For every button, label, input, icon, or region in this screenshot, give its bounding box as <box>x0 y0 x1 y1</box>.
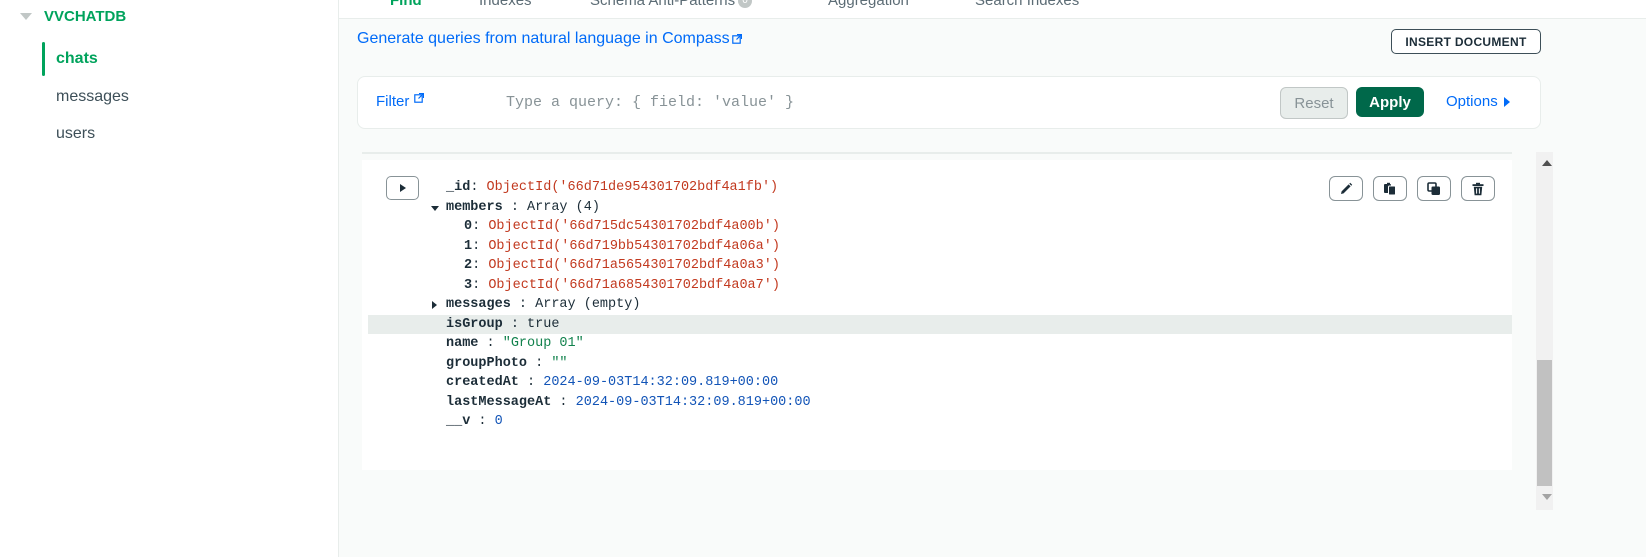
field-row-messages: messages : Array (empty) <box>362 295 1512 315</box>
caret-right-icon[interactable] <box>432 301 437 309</box>
field-key: members <box>446 199 503 215</box>
array-value: ObjectId('66d719bb54301702bdf4a06a') <box>488 238 780 254</box>
field-value: 2024-09-03T14:32:09.819+00:00 <box>575 394 811 410</box>
field-type: Array (4) <box>527 199 600 215</box>
field-value: ObjectId('66d71de954301702bdf4a1fb') <box>486 180 779 195</box>
field-value: true <box>527 316 560 332</box>
filter-link[interactable]: Filter <box>376 93 424 110</box>
field-separator: : <box>472 238 489 254</box>
tab-search-indexes[interactable]: Search Indexes <box>975 0 1079 9</box>
document-fields: _id: ObjectId('66d71de954301702bdf4a1fb'… <box>362 178 1512 432</box>
caret-down-icon[interactable] <box>431 205 439 211</box>
array-index: 0 <box>464 219 473 234</box>
filter-label: Filter <box>376 93 410 110</box>
array-value: ObjectId('66d715dc54301702bdf4a00b') <box>488 219 780 234</box>
field-separator: : <box>502 316 528 332</box>
insert-document-button[interactable]: INSERT DOCUMENT <box>1391 29 1541 54</box>
field-row-isgroup[interactable]: isGroup : true <box>368 314 1512 334</box>
caret-right-icon <box>1503 96 1510 107</box>
database-name: VVCHATDB <box>44 8 127 25</box>
field-separator: : <box>472 277 489 293</box>
field-separator: : <box>478 336 503 351</box>
array-item: 0: ObjectId('66d715dc54301702bdf4a00b') <box>362 217 1512 237</box>
field-key: name <box>446 336 479 351</box>
chevron-down-icon <box>20 13 32 20</box>
field-row-v: __v : 0 <box>362 412 1512 432</box>
field-key: _id <box>446 180 471 195</box>
field-key: createdAt <box>446 375 519 390</box>
field-row-createdat: createdAt : 2024-09-03T14:32:09.819+00:0… <box>362 373 1512 393</box>
scroll-down-arrow-icon[interactable] <box>1542 494 1552 500</box>
field-row-lastmessageat: lastMessageAt : 2024-09-03T14:32:09.819+… <box>362 393 1512 413</box>
array-item: 3: ObjectId('66d71a6854301702bdf4a0a7') <box>362 276 1512 296</box>
document-card: _id: ObjectId('66d71de954301702bdf4a1fb'… <box>362 160 1512 470</box>
scroll-up-arrow-icon[interactable] <box>1542 160 1552 166</box>
field-key: __v <box>446 414 471 429</box>
field-separator: : <box>472 219 489 234</box>
array-value: ObjectId('66d71a5654301702bdf4a0a3') <box>488 258 780 273</box>
field-value: "" <box>551 355 568 371</box>
reset-button[interactable]: Reset <box>1280 87 1348 119</box>
database-item[interactable]: VVCHATDB <box>20 8 126 25</box>
divider <box>362 152 1512 154</box>
field-value: Array (empty) <box>535 297 641 312</box>
field-separator: : <box>472 258 489 273</box>
array-index: 3 <box>464 277 473 293</box>
sidebar-item-users[interactable]: users <box>56 125 95 143</box>
field-key: groupPhoto <box>446 355 528 371</box>
apply-button[interactable]: Apply <box>1356 87 1424 117</box>
tab-schema-anti-patterns[interactable]: Schema Anti-Patterns 0 <box>590 0 753 9</box>
array-index: 2 <box>464 258 473 273</box>
main-panel: Find Indexes Schema Anti-Patterns 0 Aggre… <box>339 0 1646 557</box>
external-link-icon <box>731 34 742 44</box>
scrollbar-thumb[interactable] <box>1537 360 1552 486</box>
tab-schema-label: Schema Anti-Patterns <box>590 0 736 9</box>
field-value: "Group 01" <box>502 336 584 351</box>
field-separator: : <box>527 355 552 371</box>
field-key: isGroup <box>446 316 503 332</box>
tab-aggregation[interactable]: Aggregation <box>828 0 909 9</box>
active-indicator <box>42 42 45 76</box>
field-separator: : <box>510 297 536 312</box>
generate-queries-link[interactable]: Generate queries from natural language i… <box>357 30 742 48</box>
filter-bar: Filter Reset Apply Options <box>357 76 1541 129</box>
field-row-members: members : Array (4) <box>362 198 1512 218</box>
array-item: 1: ObjectId('66d719bb54301702bdf4a06a') <box>362 237 1512 257</box>
field-value: 2024-09-03T14:32:09.819+00:00 <box>543 375 779 390</box>
field-separator: : <box>470 414 495 429</box>
field-row-groupphoto: groupPhoto : "" <box>362 354 1512 374</box>
field-value: 0 <box>494 414 503 429</box>
array-item: 2: ObjectId('66d71a5654301702bdf4a0a3') <box>362 256 1512 276</box>
sidebar: VVCHATDB chats messages users <box>0 0 339 557</box>
query-input[interactable] <box>506 91 1266 113</box>
sidebar-item-chats[interactable]: chats <box>56 50 98 68</box>
field-separator: : <box>551 394 576 410</box>
count-badge: 0 <box>738 0 753 9</box>
field-row-id: _id: ObjectId('66d71de954301702bdf4a1fb'… <box>362 178 1512 198</box>
field-separator: : <box>502 199 528 215</box>
field-separator: : <box>470 180 487 195</box>
array-value: ObjectId('66d71a6854301702bdf4a0a7') <box>488 277 780 293</box>
generate-queries-text: Generate queries from natural language i… <box>357 30 730 47</box>
tab-bar: Find Indexes Schema Anti-Patterns 0 Aggre… <box>339 0 1646 19</box>
field-key: messages <box>446 297 511 312</box>
sidebar-item-messages[interactable]: messages <box>56 88 129 106</box>
options-toggle[interactable]: Options <box>1446 93 1510 110</box>
external-link-icon <box>413 93 424 103</box>
tab-indexes[interactable]: Indexes <box>479 0 532 9</box>
field-key: lastMessageAt <box>446 394 552 410</box>
tab-find[interactable]: Find <box>390 0 422 9</box>
options-label: Options <box>1446 93 1498 110</box>
array-index: 1 <box>464 238 473 254</box>
field-row-name: name : "Group 01" <box>362 334 1512 354</box>
field-separator: : <box>518 375 544 390</box>
